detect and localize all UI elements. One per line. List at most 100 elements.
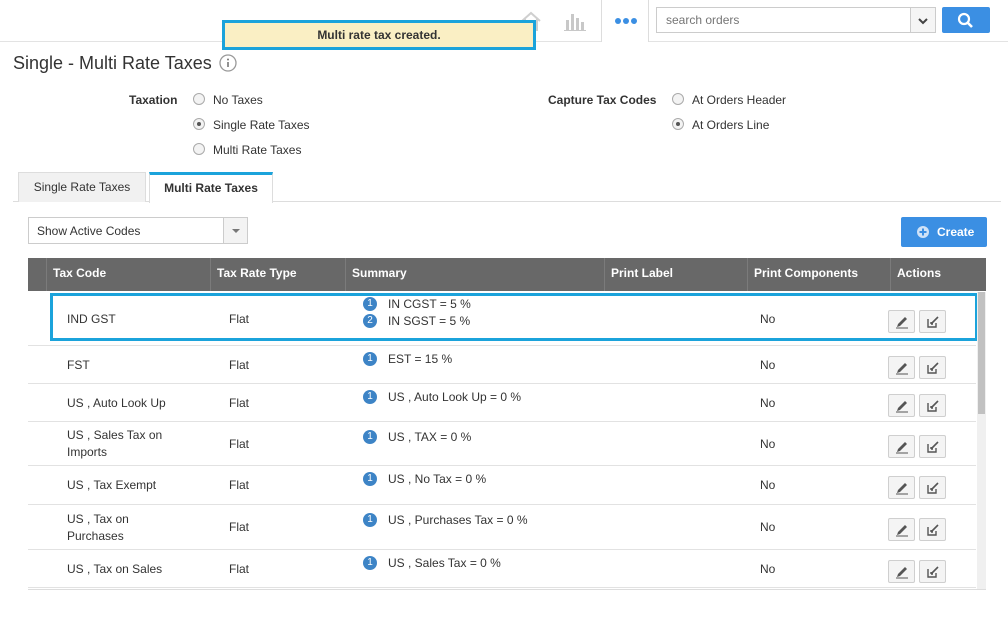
tax-code-cell[interactable]: FST	[67, 357, 187, 374]
summary-cell: 1 US , Sales Tax = 0 %	[363, 555, 501, 572]
summary-number-badge: 2	[363, 314, 377, 328]
summary-text: US , No Tax = 0 %	[388, 472, 487, 486]
radio-at-orders-line[interactable]	[672, 118, 684, 130]
edit-box-icon	[927, 315, 939, 328]
edit-box-icon	[927, 482, 939, 494]
create-button-label: Create	[937, 225, 975, 239]
tax-rate-type-cell: Flat	[229, 436, 250, 451]
print-components-cell: No	[760, 561, 776, 576]
tax-code-cell[interactable]: US , Sales Tax on Imports	[67, 427, 187, 461]
edit-button[interactable]	[888, 559, 915, 583]
tax-code-cell[interactable]: US , Tax on Sales	[67, 561, 187, 578]
tax-rate-type-cell: Flat	[229, 561, 250, 576]
edit-button[interactable]	[888, 393, 915, 417]
summary-item: 1 EST = 15 %	[363, 351, 452, 368]
edit-details-button[interactable]	[919, 393, 946, 417]
print-components-cell: No	[760, 520, 776, 534]
edit-details-button[interactable]	[919, 309, 946, 333]
edit-pencil-icon	[896, 525, 908, 537]
summary-number-badge: 1	[363, 390, 377, 404]
tax-code-cell[interactable]: US , Tax Exempt	[67, 477, 187, 494]
radio-label-multi-rate-taxes: Multi Rate Taxes	[213, 143, 302, 157]
summary-cell: 1 US , Auto Look Up = 0 %	[363, 389, 521, 406]
edit-box-icon	[927, 440, 939, 453]
radio-at-orders-header[interactable]	[672, 93, 684, 105]
tax-rate-type-cell: Flat	[229, 478, 250, 492]
tax-rate-type-cell: Flat	[229, 357, 250, 372]
edit-details-button[interactable]	[919, 559, 946, 583]
table-row: IND GST Flat 1 IN CGST = 5 % 2 IN SGST = 5 % N…	[28, 292, 976, 346]
summary-item: 1 IN CGST = 5 %	[363, 296, 471, 313]
edit-button[interactable]	[888, 309, 915, 333]
edit-pencil-icon	[896, 566, 908, 578]
tax-rate-type-cell: Flat	[229, 395, 250, 410]
radio-single-rate-taxes[interactable]	[193, 118, 205, 130]
summary-text: US , Purchases Tax = 0 %	[388, 513, 528, 527]
radio-no-taxes[interactable]	[193, 93, 205, 105]
edit-pencil-icon	[896, 362, 908, 374]
edit-button[interactable]	[888, 434, 915, 458]
radio-multi-rate-taxes[interactable]	[193, 143, 205, 155]
table-row: US , Auto Look Up Flat 1 US , Auto Look Up …	[28, 384, 976, 422]
edit-details-button[interactable]	[919, 518, 946, 541]
summary-text: US , TAX = 0 %	[388, 429, 472, 444]
edit-box-icon	[927, 399, 939, 412]
col-actions: Actions	[890, 258, 986, 291]
summary-item: 1 US , Sales Tax = 0 %	[363, 555, 501, 572]
summary-number-badge: 1	[363, 297, 377, 311]
summary-cell: 1 US , Purchases Tax = 0 %	[363, 512, 528, 529]
tab-single-rate-taxes[interactable]: Single Rate Taxes	[18, 172, 146, 202]
edit-details-button[interactable]	[919, 476, 946, 499]
summary-item: 2 IN SGST = 5 %	[363, 313, 471, 330]
table-row: US , Tax on Sales Flat 1 US , Sales Tax = 0…	[28, 550, 976, 588]
search-input[interactable]	[656, 7, 911, 33]
col-print-components[interactable]: Print Components	[747, 258, 890, 291]
search-dropdown-button[interactable]	[910, 7, 936, 33]
info-icon[interactable]	[219, 54, 237, 72]
edit-pencil-icon	[896, 483, 908, 495]
edit-button[interactable]	[888, 355, 915, 379]
summary-text: US , Auto Look Up = 0 %	[388, 390, 522, 404]
print-components-cell: No	[760, 357, 776, 372]
tax-code-cell[interactable]: US , Tax on Purchases	[67, 511, 187, 545]
tax-code-cell[interactable]: US , Auto Look Up	[67, 395, 187, 412]
status-filter-value: Show Active Codes	[37, 224, 141, 238]
chevron-down-icon	[918, 18, 928, 25]
table-scrollbar[interactable]	[977, 292, 986, 590]
col-summary[interactable]: Summary	[345, 258, 604, 291]
edit-box-icon	[927, 524, 939, 536]
col-print-label[interactable]: Print Label	[604, 258, 747, 291]
create-button[interactable]: Create	[901, 217, 987, 247]
edit-button[interactable]	[888, 518, 915, 541]
more-menu-button[interactable]	[601, 0, 649, 42]
summary-number-badge: 1	[363, 472, 377, 486]
col-tax-code[interactable]: Tax Code	[46, 258, 210, 291]
summary-number-badge: 1	[363, 429, 377, 444]
table-bottom-border	[28, 589, 986, 590]
radio-label-no-taxes: No Taxes	[213, 93, 263, 107]
summary-number-badge: 1	[363, 513, 377, 527]
table-header: Tax Code Tax Rate Type Summary Print Lab…	[28, 258, 986, 291]
table-row: US , Tax Exempt Flat 1 US , No Tax = 0 % No	[28, 466, 976, 505]
chart-icon[interactable]	[563, 10, 587, 32]
search-button[interactable]	[942, 7, 990, 33]
status-filter-select[interactable]: Show Active Codes	[28, 217, 248, 244]
tab-multi-rate-taxes[interactable]: Multi Rate Taxes	[149, 172, 273, 203]
summary-item: 1 US , No Tax = 0 %	[363, 471, 486, 488]
radio-label-single-rate-taxes: Single Rate Taxes	[213, 118, 310, 132]
summary-text: IN CGST = 5 %	[388, 297, 471, 311]
summary-item: 1 US , Purchases Tax = 0 %	[363, 512, 528, 529]
tax-code-cell[interactable]: IND GST	[67, 311, 187, 328]
edit-button[interactable]	[888, 476, 915, 499]
summary-cell: 1 IN CGST = 5 % 2 IN SGST = 5 %	[363, 296, 471, 330]
notification-toast: Multi rate tax created.	[222, 20, 536, 50]
edit-box-icon	[927, 361, 939, 374]
search-icon	[957, 12, 973, 28]
col-tax-rate-type[interactable]: Tax Rate Type	[210, 258, 345, 291]
edit-details-button[interactable]	[919, 355, 946, 379]
taxation-label: Taxation	[129, 93, 178, 107]
summary-cell: 1 US , TAX = 0 %	[363, 429, 471, 446]
scrollbar-thumb[interactable]	[978, 292, 985, 414]
edit-details-button[interactable]	[919, 434, 946, 458]
tax-rate-type-cell: Flat	[229, 311, 250, 326]
